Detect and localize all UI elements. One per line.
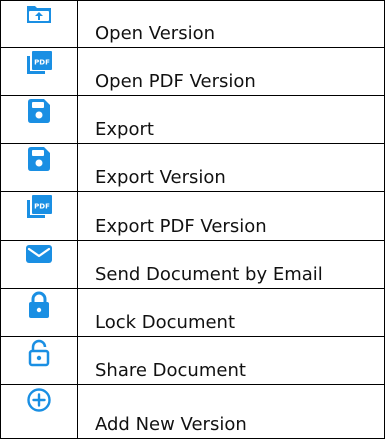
menu-row-export[interactable]: Export [0,95,385,145]
pdf-file-icon[interactable]: PDF [25,194,53,220]
floppy-disk-icon[interactable] [27,98,51,124]
actions-menu: Open Version PDF Open PDF Version Export… [0,0,385,439]
menu-item-label[interactable]: Send Document by Email [77,239,385,289]
icon-cell [0,239,78,289]
menu-row-export-version[interactable]: Export Version [0,143,385,193]
menu-row-share-document[interactable]: Share Document [0,335,385,385]
menu-item-label[interactable]: Export [77,95,385,145]
menu-row-export-pdf-version[interactable]: PDF Export PDF Version [0,191,385,241]
floppy-disk-icon[interactable] [27,146,51,172]
lock-closed-icon[interactable] [28,291,50,319]
icon-cell: PDF [0,191,78,241]
icon-cell [0,0,78,49]
menu-item-label[interactable]: Lock Document [77,287,385,337]
menu-item-label[interactable]: Share Document [77,335,385,385]
menu-row-send-document-by-email[interactable]: Send Document by Email [0,239,385,289]
menu-row-add-new-version[interactable]: Add New Version [0,383,385,439]
pdf-file-icon[interactable]: PDF [25,50,53,76]
icon-cell [0,143,78,193]
plus-circle-icon[interactable] [26,387,52,413]
icon-cell [0,95,78,145]
menu-row-lock-document[interactable]: Lock Document [0,287,385,337]
icon-cell [0,335,78,385]
menu-row-open-version[interactable]: Open Version [0,0,385,49]
icon-cell [0,383,78,439]
icon-cell: PDF [0,47,78,97]
envelope-icon[interactable] [25,243,53,265]
menu-item-label[interactable]: Export Version [77,143,385,193]
menu-item-label[interactable]: Add New Version [77,383,385,439]
folder-upload-icon[interactable] [25,3,53,25]
menu-row-open-pdf-version[interactable]: PDF Open PDF Version [0,47,385,97]
svg-text:PDF: PDF [34,203,50,211]
menu-item-label[interactable]: Open PDF Version [77,47,385,97]
icon-cell [0,287,78,337]
lock-open-icon[interactable] [28,339,50,367]
menu-item-label[interactable]: Export PDF Version [77,191,385,241]
menu-item-label[interactable]: Open Version [77,0,385,49]
svg-text:PDF: PDF [34,59,50,67]
